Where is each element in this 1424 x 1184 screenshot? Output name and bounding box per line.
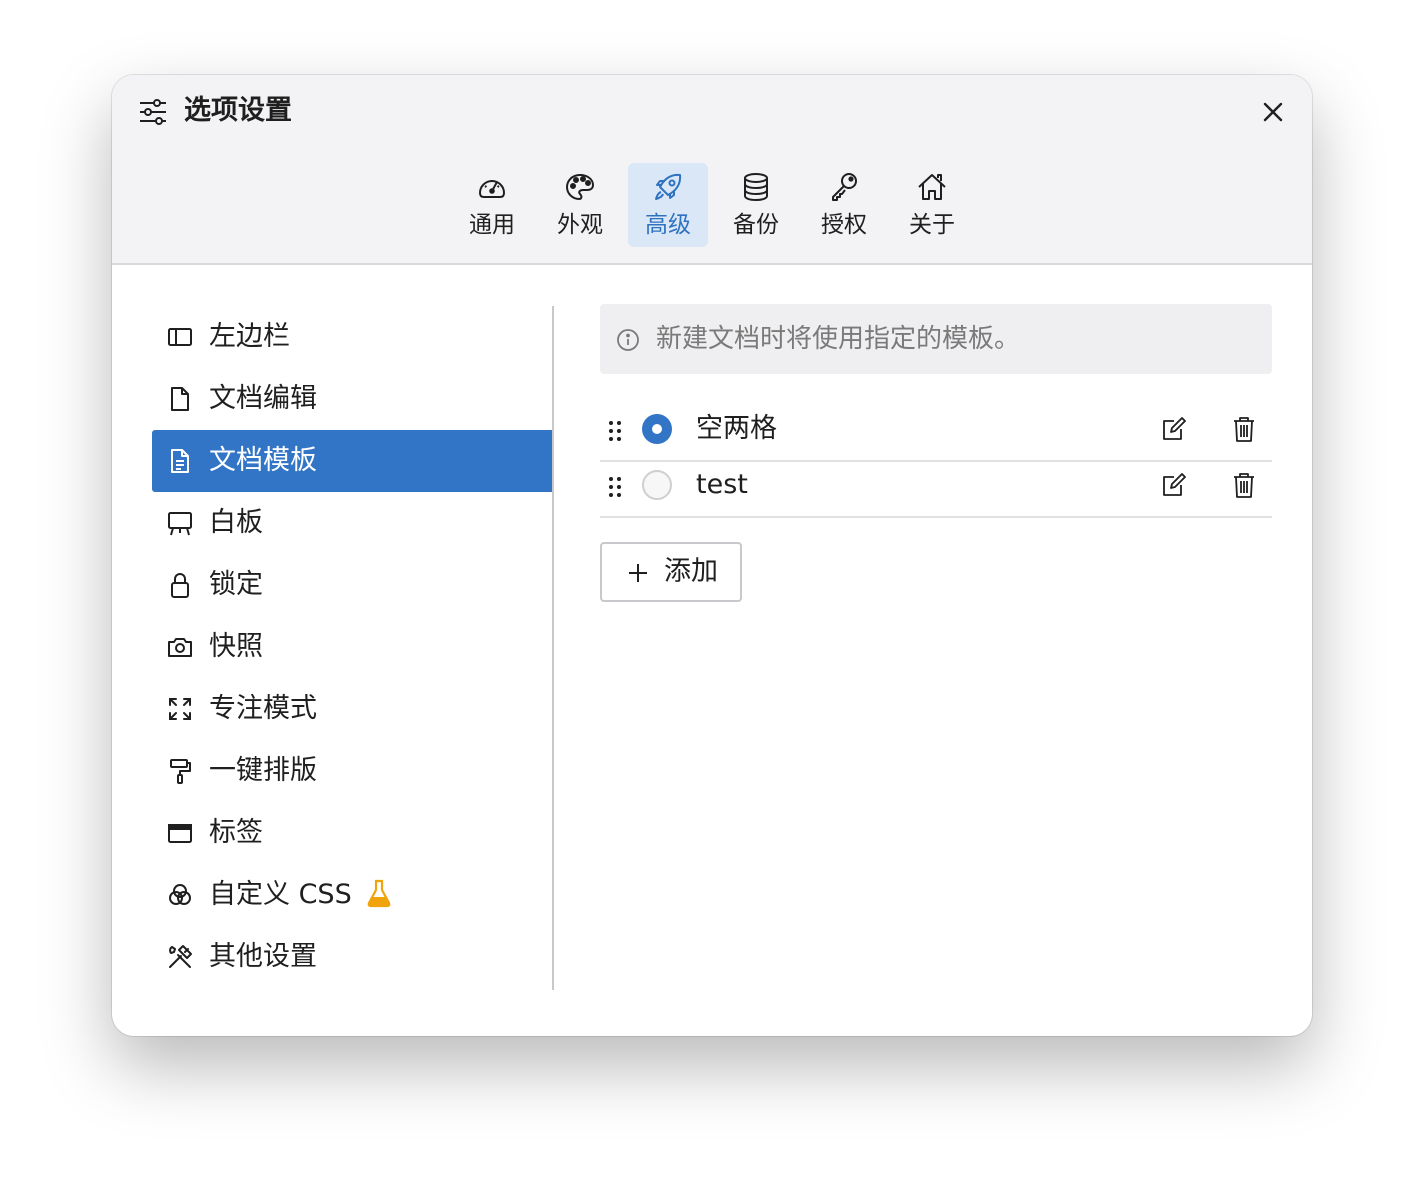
dialog-header: 选项设置 通用 外观 高级 备份 授权 关于 — [112, 75, 1312, 265]
expand-icon — [169, 698, 191, 720]
sidebar-item-text: 自定义 CSS — [209, 879, 352, 910]
sidebar-item-label: 一键排版 — [209, 755, 317, 786]
sidebar-item-custom-css[interactable]: 自定义 CSS — [152, 864, 552, 926]
tab-about[interactable]: 关于 — [892, 163, 972, 247]
tab-label: 备份 — [733, 212, 779, 238]
sidebar-item-label: 自定义 CSS — [209, 864, 392, 926]
sidebar-item-left-sidebar[interactable]: 左边栏 — [152, 306, 552, 368]
close-icon[interactable] — [1258, 97, 1288, 127]
layout-sidebar-icon — [168, 328, 192, 346]
rocket-icon — [655, 173, 682, 200]
tab-label: 授权 — [821, 212, 867, 238]
sidebar-item-label: 锁定 — [209, 569, 263, 600]
sidebar-item-label: 其他设置 — [209, 941, 317, 972]
sidebar-item-whiteboard[interactable]: 白板 — [152, 492, 552, 554]
sidebar-item-label: 快照 — [209, 631, 263, 662]
sidebar-item-tags[interactable]: 标签 — [152, 802, 552, 864]
edit-icon[interactable] — [1160, 416, 1186, 442]
trash-icon[interactable] — [1232, 415, 1256, 443]
edit-icon[interactable] — [1160, 472, 1186, 498]
template-radio[interactable] — [642, 414, 672, 444]
info-text: 新建文档时将使用指定的模板。 — [656, 324, 1021, 354]
tab-general[interactable]: 通用 — [452, 163, 532, 247]
tab-label: 外观 — [557, 212, 603, 238]
file-text-icon — [171, 449, 189, 473]
sidebar-item-label: 专注模式 — [209, 693, 317, 724]
sidebar-item-doc-edit[interactable]: 文档编辑 — [152, 368, 552, 430]
tab-advanced[interactable]: 高级 — [628, 163, 708, 247]
info-banner: 新建文档时将使用指定的模板。 — [600, 304, 1272, 374]
info-icon — [617, 329, 639, 351]
sidebar-item-label: 文档编辑 — [209, 383, 317, 414]
sidebar-item-lock[interactable]: 锁定 — [152, 554, 552, 616]
template-name: 空两格 — [696, 413, 777, 444]
add-template-button[interactable]: 添加 — [600, 542, 742, 602]
palette-icon — [565, 173, 595, 201]
sidebar-item-doc-template[interactable]: 文档模板 — [152, 430, 552, 492]
flask-icon — [367, 879, 391, 907]
list-item: test — [600, 460, 1272, 518]
tab-backup[interactable]: 备份 — [716, 163, 796, 247]
sidebar-item-focus-mode[interactable]: 专注模式 — [152, 678, 552, 740]
house-icon — [918, 174, 946, 200]
sidebar-item-auto-format[interactable]: 一键排版 — [152, 740, 552, 802]
drag-handle-icon[interactable] — [608, 419, 622, 443]
tools-icon — [169, 945, 192, 968]
sidebar-item-label: 白板 — [209, 507, 263, 538]
lock-icon — [171, 573, 189, 598]
easel-icon — [168, 512, 192, 536]
camera-icon — [168, 638, 192, 657]
tab-label: 通用 — [469, 212, 515, 238]
dialog-title: 选项设置 — [184, 95, 292, 126]
list-item: 空两格 — [600, 404, 1272, 462]
tab-appearance[interactable]: 外观 — [540, 163, 620, 247]
file-icon — [171, 387, 189, 411]
plus-icon — [629, 564, 647, 582]
sidebar-item-label: 左边栏 — [209, 321, 290, 352]
settings-sidebar: 左边栏 文档编辑 文档模板 白板 锁定 快照 专注模式 一键排版 标签 自定义 … — [152, 306, 554, 990]
sliders-icon — [140, 99, 166, 125]
settings-dialog: 选项设置 通用 外观 高级 备份 授权 关于 左边栏 文档编辑 文档模板 白板 … — [112, 75, 1312, 1036]
window-tab-icon — [168, 824, 192, 843]
speedometer-icon — [479, 180, 505, 198]
tab-label: 关于 — [909, 212, 955, 238]
database-icon — [744, 173, 768, 202]
paint-roller-icon — [170, 759, 191, 784]
template-radio[interactable] — [642, 470, 672, 500]
sidebar-item-label: 文档模板 — [209, 445, 317, 476]
settings-tabs: 通用 外观 高级 备份 授权 关于 — [112, 163, 1312, 249]
circles-icon — [169, 884, 191, 905]
key-icon — [832, 173, 857, 201]
sidebar-item-label: 标签 — [209, 817, 263, 848]
trash-icon[interactable] — [1232, 471, 1256, 499]
drag-handle-icon[interactable] — [608, 475, 622, 499]
sidebar-item-snapshot[interactable]: 快照 — [152, 616, 552, 678]
tab-label: 高级 — [645, 212, 691, 238]
sidebar-item-other-settings[interactable]: 其他设置 — [152, 926, 552, 988]
add-button-label: 添加 — [664, 556, 718, 587]
template-name: test — [696, 469, 748, 500]
tab-license[interactable]: 授权 — [804, 163, 884, 247]
